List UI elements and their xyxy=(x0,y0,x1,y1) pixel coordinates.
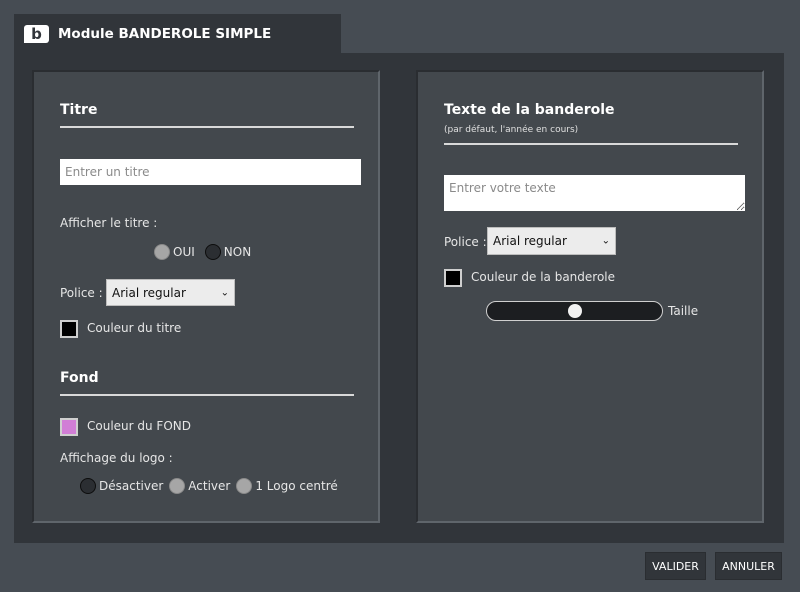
radio-desactiver-label: Désactiver xyxy=(99,479,164,493)
radio-desactiver[interactable]: Désactiver xyxy=(80,478,163,494)
left-panel: Titre Afficher le titre : OUI NON Police… xyxy=(32,70,380,523)
show-title-label: Afficher le titre : xyxy=(60,216,158,230)
cancel-button[interactable]: ANNULER xyxy=(715,552,782,580)
radio-activer-label: Activer xyxy=(188,479,231,493)
logo-display-label: Affichage du logo : xyxy=(60,451,173,465)
banner-color-label: Couleur de la banderole xyxy=(471,270,616,284)
section-subtitle: (par défaut, l'année en cours) xyxy=(444,125,579,135)
banner-font-value: Arial regular xyxy=(493,234,567,248)
logo-display-radio-group: Désactiver Activer 1 Logo centré xyxy=(80,478,344,494)
brand-logo-icon: b xyxy=(24,25,49,43)
title-input[interactable] xyxy=(60,159,361,185)
validate-button[interactable]: VALIDER xyxy=(645,552,706,580)
radio-logo-centre[interactable]: 1 Logo centré xyxy=(236,478,338,494)
banner-font-select[interactable]: Arial regular ⌄ xyxy=(487,227,616,255)
banner-color-swatch[interactable] xyxy=(444,269,462,287)
radio-non-label: NON xyxy=(223,245,252,259)
banner-text-input[interactable] xyxy=(444,175,745,211)
title-font-value: Arial regular xyxy=(112,285,186,300)
section-title-texte: Texte de la banderole xyxy=(444,102,615,118)
chevron-down-icon: ⌄ xyxy=(220,287,229,298)
font-label: Police : xyxy=(444,235,487,249)
title-color-swatch[interactable] xyxy=(60,320,78,338)
font-label: Police : xyxy=(60,286,103,300)
radio-circle[interactable] xyxy=(80,478,96,494)
section-divider xyxy=(60,126,354,128)
radio-oui[interactable]: OUI xyxy=(154,244,195,260)
title-font-select[interactable]: Arial regular ⌄ xyxy=(106,279,235,306)
radio-non[interactable]: NON xyxy=(204,244,252,260)
size-label: Taille xyxy=(668,304,699,318)
bg-color-label: Couleur du FOND xyxy=(87,419,191,433)
chevron-down-icon: ⌄ xyxy=(601,235,610,247)
section-title-fond: Fond xyxy=(60,370,99,386)
size-slider[interactable] xyxy=(486,301,663,321)
radio-circle[interactable] xyxy=(169,478,186,494)
right-panel: Texte de la banderole (par défaut, l'ann… xyxy=(416,70,764,523)
bg-color-swatch[interactable] xyxy=(60,418,78,436)
radio-activer[interactable]: Activer xyxy=(169,478,230,494)
module-title: Module BANDEROLE SIMPLE xyxy=(58,26,272,42)
module-container: Titre Afficher le titre : OUI NON Police… xyxy=(14,53,784,543)
section-title-titre: Titre xyxy=(60,102,98,118)
radio-circle[interactable] xyxy=(236,478,253,494)
section-divider xyxy=(60,394,354,396)
radio-logo-centre-label: 1 Logo centré xyxy=(255,479,338,493)
radio-oui-label: OUI xyxy=(173,245,195,259)
radio-circle[interactable] xyxy=(204,244,221,260)
title-color-label: Couleur du titre xyxy=(87,321,182,335)
size-slider-thumb[interactable] xyxy=(567,304,582,318)
show-title-radio-group: OUI NON xyxy=(154,244,257,260)
radio-circle[interactable] xyxy=(154,244,170,260)
module-tab: b Module BANDEROLE SIMPLE xyxy=(14,14,341,54)
section-divider xyxy=(444,143,738,145)
